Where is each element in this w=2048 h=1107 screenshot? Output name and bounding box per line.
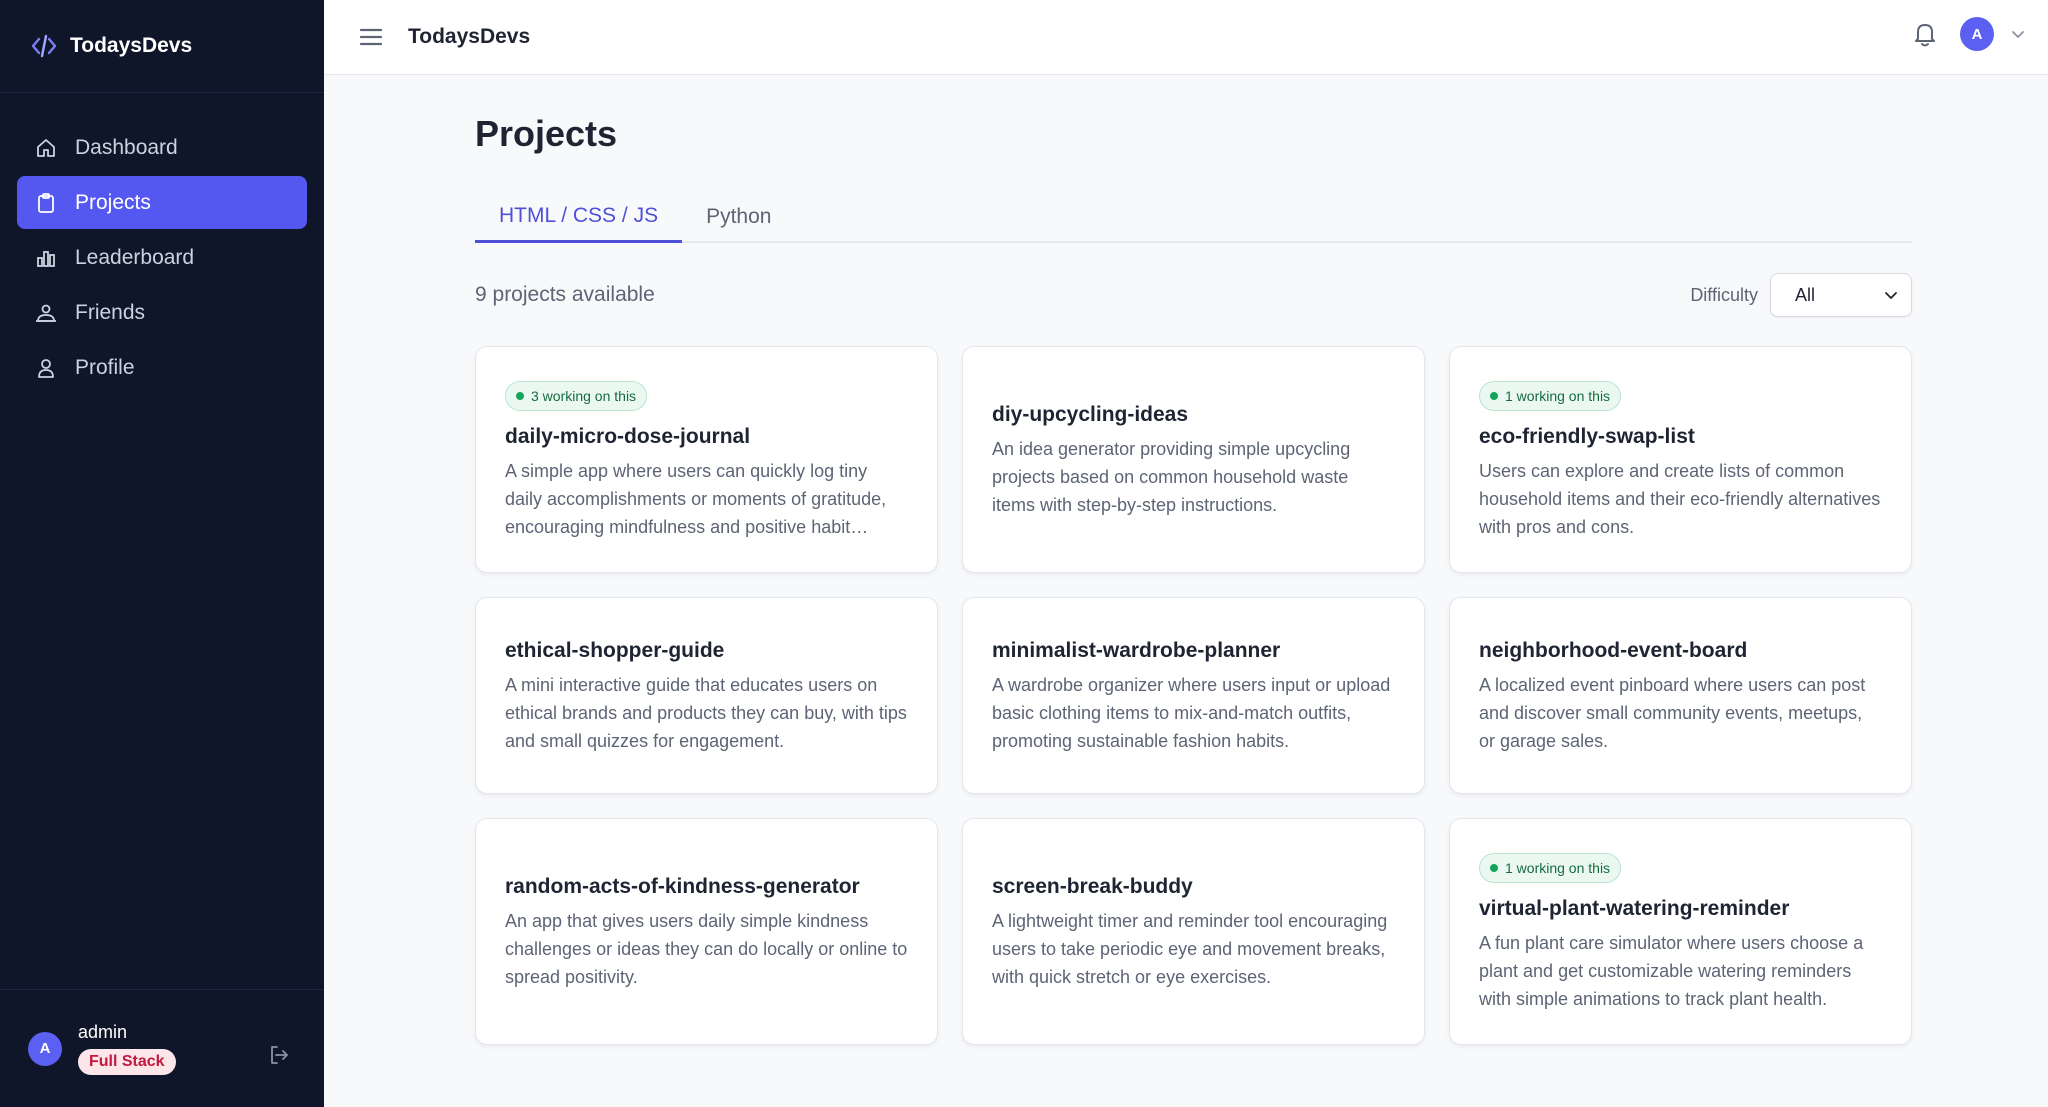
project-description: A fun plant care simulator where users c… xyxy=(1479,932,1864,1009)
sidebar-nav: Dashboard Projects Leaderboard Friends P… xyxy=(0,93,324,394)
working-badge-text: 1 working on this xyxy=(1505,387,1611,404)
project-description: A lightweight timer and reminder tool en… xyxy=(992,910,1388,987)
project-title: ethical-shopper-guide xyxy=(505,638,725,662)
difficulty-select[interactable]: All xyxy=(1770,273,1912,317)
user-icon xyxy=(35,357,57,379)
project-description: An app that gives users daily simple kin… xyxy=(505,910,908,987)
bell-icon[interactable] xyxy=(1912,20,1938,48)
projects-toolbar: 9 projects available Difficulty All xyxy=(475,273,1912,317)
user-info: admin Full Stack xyxy=(78,1022,176,1075)
brand-name: TodaysDevs xyxy=(70,34,193,57)
project-description: A mini interactive guide that educates u… xyxy=(505,674,907,751)
project-card[interactable]: 1 working on this virtual-plant-watering… xyxy=(1449,818,1912,1045)
project-title: virtual-plant-watering-reminder xyxy=(1479,896,1790,920)
clipboard-icon xyxy=(35,192,57,214)
page-title: Projects xyxy=(475,113,618,154)
project-description: A wardrobe organizer where users input o… xyxy=(992,674,1391,751)
difficulty-filter: Difficulty All xyxy=(1690,273,1912,317)
project-card[interactable]: diy-upcycling-ideas An idea generator pr… xyxy=(962,346,1425,573)
users-icon xyxy=(35,302,57,324)
status-dot-icon xyxy=(1490,391,1498,400)
sidebar-item-label: Dashboard xyxy=(75,135,178,159)
difficulty-label: Difficulty xyxy=(1690,284,1758,305)
home-icon xyxy=(35,137,57,159)
project-description: An idea generator providing simple upcyc… xyxy=(992,438,1351,515)
sidebar-item-label: Leaderboard xyxy=(75,245,195,269)
tab-html-css-js[interactable]: HTML / CSS / JS xyxy=(475,191,683,243)
status-dot-icon xyxy=(516,391,524,400)
project-card[interactable]: 3 working on this daily-micro-dose-journ… xyxy=(475,346,938,573)
project-title: diy-upcycling-ideas xyxy=(992,402,1189,426)
project-card[interactable]: 1 working on this eco-friendly-swap-list… xyxy=(1449,346,1912,573)
sidebar-item-dashboard[interactable]: Dashboard xyxy=(17,121,307,174)
sidebar: TodaysDevs Dashboard Projects Leaderboar… xyxy=(0,0,324,1107)
chevron-down-icon xyxy=(1885,292,1897,299)
hamburger-menu-icon[interactable] xyxy=(358,24,384,50)
sidebar-user-panel: A admin Full Stack xyxy=(0,989,324,1107)
user-name: admin xyxy=(78,1022,128,1042)
project-description: A simple app where users can quickly log… xyxy=(505,460,887,537)
working-badge-text: 3 working on this xyxy=(531,387,637,404)
project-card[interactable]: ethical-shopper-guide A mini interactive… xyxy=(475,597,938,794)
project-description: Users can explore and create lists of co… xyxy=(1479,460,1881,537)
role-badge: Full Stack xyxy=(78,1049,176,1075)
brand[interactable]: TodaysDevs xyxy=(0,0,324,93)
project-title: minimalist-wardrobe-planner xyxy=(992,638,1281,662)
project-card[interactable]: screen-break-buddy A lightweight timer a… xyxy=(962,818,1425,1045)
avatar[interactable]: A xyxy=(28,1031,62,1066)
sidebar-item-label: Profile xyxy=(75,355,135,379)
main-content: Projects HTML / CSS / JS Python 9 projec… xyxy=(475,75,1912,1045)
difficulty-selected-value: All xyxy=(1795,284,1816,305)
chevron-down-icon[interactable] xyxy=(2010,26,2026,42)
sidebar-item-projects[interactable]: Projects xyxy=(17,176,307,229)
tab-python[interactable]: Python xyxy=(682,191,795,243)
project-title: random-acts-of-kindness-generator xyxy=(505,874,860,898)
language-tabs: HTML / CSS / JS Python xyxy=(475,191,1912,243)
working-badge: 1 working on this xyxy=(1479,852,1622,883)
working-badge: 3 working on this xyxy=(505,380,648,411)
project-card[interactable]: random-acts-of-kindness-generator An app… xyxy=(475,818,938,1045)
project-card[interactable]: minimalist-wardrobe-planner A wardrobe o… xyxy=(962,597,1425,794)
topbar-title: TodaysDevs xyxy=(408,25,531,48)
projects-count: 9 projects available xyxy=(475,283,655,306)
sidebar-item-label: Projects xyxy=(75,190,151,214)
projects-grid: 3 working on this daily-micro-dose-journ… xyxy=(475,346,1912,1045)
sidebar-item-leaderboard[interactable]: Leaderboard xyxy=(17,231,307,284)
logout-icon[interactable] xyxy=(268,1044,290,1066)
bar-chart-icon xyxy=(35,247,57,269)
status-dot-icon xyxy=(1490,863,1498,872)
project-title: neighborhood-event-board xyxy=(1479,638,1748,662)
sidebar-item-friends[interactable]: Friends xyxy=(17,286,307,339)
sidebar-item-label: Friends xyxy=(75,300,146,324)
working-badge: 1 working on this xyxy=(1479,380,1622,411)
project-title: eco-friendly-swap-list xyxy=(1479,424,1695,448)
working-badge-text: 1 working on this xyxy=(1505,859,1611,876)
project-card[interactable]: neighborhood-event-board A localized eve… xyxy=(1449,597,1912,794)
project-description: A localized event pinboard where users c… xyxy=(1479,674,1866,751)
project-title: screen-break-buddy xyxy=(992,874,1193,898)
code-logo-icon xyxy=(31,34,57,58)
topbar: TodaysDevs A xyxy=(324,0,2048,75)
project-title: daily-micro-dose-journal xyxy=(505,424,751,448)
sidebar-item-profile[interactable]: Profile xyxy=(17,341,307,394)
user-avatar-button[interactable]: A xyxy=(1960,17,1994,51)
